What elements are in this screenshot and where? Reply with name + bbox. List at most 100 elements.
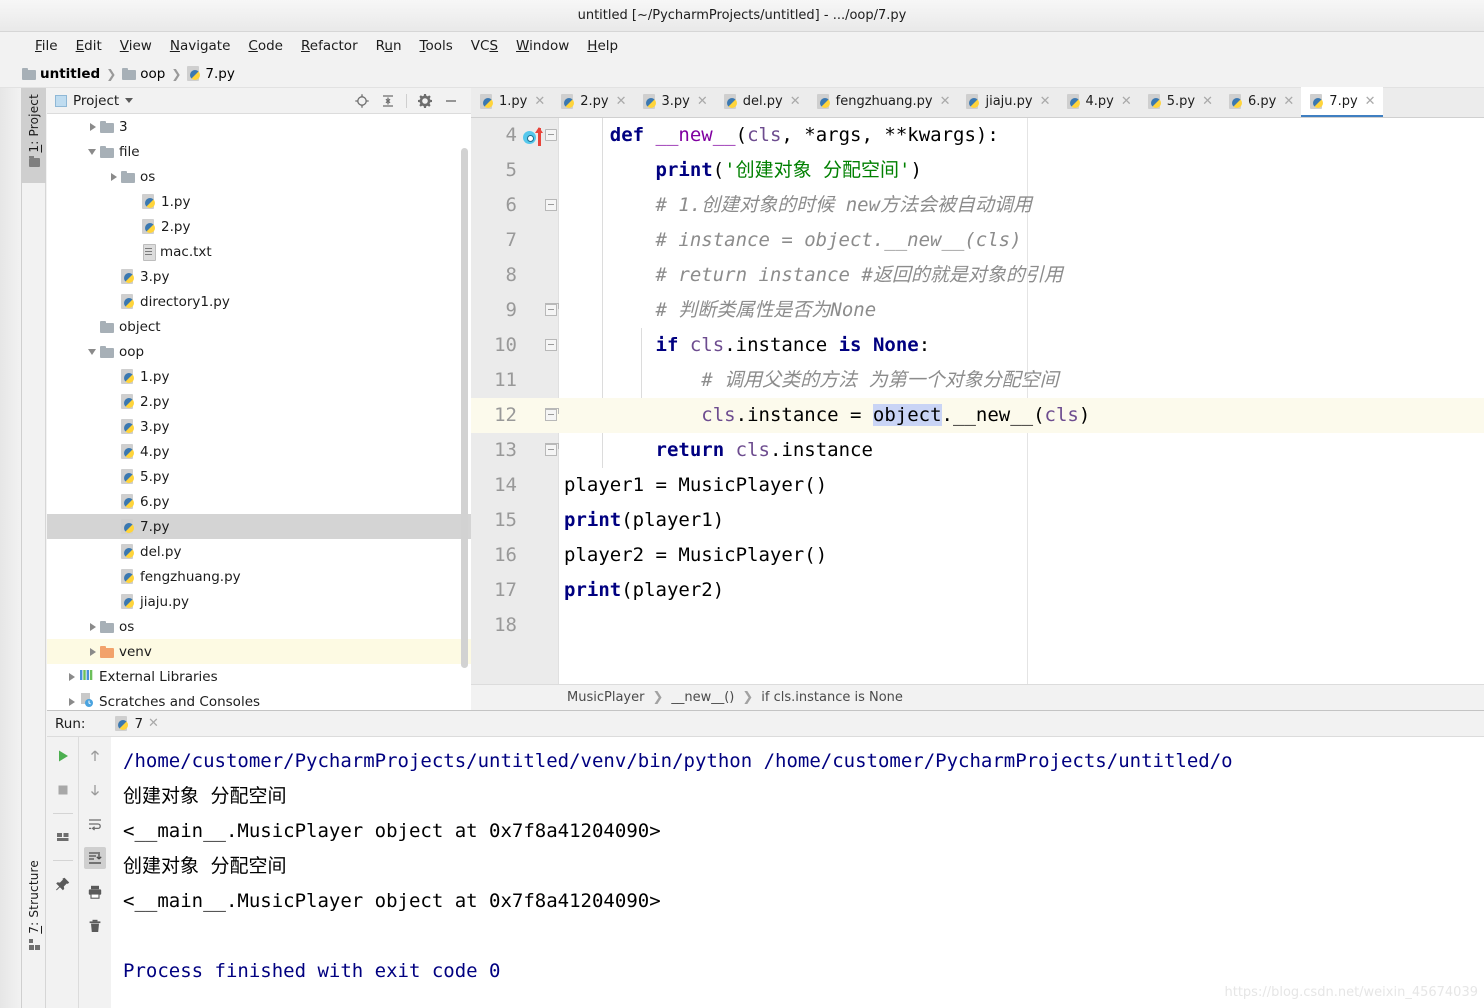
chevron-right-icon[interactable] — [65, 695, 79, 709]
editor-tab-fengzhuang-py[interactable]: fengzhuang.py ✕ — [808, 87, 958, 117]
menu-edit[interactable]: Edit — [67, 36, 111, 56]
chevron-right-icon[interactable] — [65, 670, 79, 684]
tool-tab-structure[interactable]: 7: Structure — [22, 854, 46, 974]
code-line-16[interactable]: 16 player2 = MusicPlayer() — [471, 538, 1484, 573]
code-line-12[interactable]: 12 cls.instance = object.__new__(cls) — [471, 398, 1484, 433]
scroll-to-end-icon[interactable] — [84, 847, 106, 869]
code-line-4[interactable]: 4 def __new__(cls, *args, **kwargs): — [471, 118, 1484, 153]
down-arrow-icon[interactable] — [84, 779, 106, 801]
breadcrumb-item-oop[interactable]: oop — [122, 66, 165, 82]
close-icon[interactable]: ✕ — [790, 94, 801, 109]
locate-icon[interactable] — [354, 93, 370, 109]
up-arrow-icon[interactable] — [84, 745, 106, 767]
tree-item-2-py[interactable]: 2.py — [47, 214, 471, 239]
pin-icon[interactable] — [52, 873, 74, 895]
code-line-10[interactable]: 10 if cls.instance is None: — [471, 328, 1484, 363]
code-line-6[interactable]: 6 # 1.创建对象的时候 new方法会被自动调用 — [471, 188, 1484, 223]
tree-item-5-py[interactable]: 5.py — [47, 464, 471, 489]
editor-breadcrumb[interactable]: MusicPlayer ❯ __new__() ❯ if cls.instanc… — [471, 684, 1484, 710]
code-line-18[interactable]: 18 — [471, 608, 1484, 643]
editor-tab-jiaju-py[interactable]: jiaju.py ✕ — [957, 87, 1057, 117]
close-icon[interactable]: ✕ — [1040, 94, 1051, 109]
rerun-icon[interactable] — [52, 745, 74, 767]
restore-layout-icon[interactable] — [52, 826, 74, 848]
tree-item-3-py[interactable]: 3.py — [47, 264, 471, 289]
stop-icon[interactable] — [52, 779, 74, 801]
tree-item-3[interactable]: 3 — [47, 114, 471, 139]
fold-marker-icon[interactable] — [545, 129, 558, 142]
run-toolbar-secondary[interactable] — [78, 737, 111, 1008]
close-icon[interactable]: ✕ — [148, 716, 159, 731]
editor-tab-2-py[interactable]: 2.py ✕ — [552, 87, 633, 117]
close-icon[interactable]: ✕ — [940, 94, 951, 109]
tree-item-file[interactable]: file — [47, 139, 471, 164]
menu-file[interactable]: File — [26, 36, 67, 56]
tree-item-oop[interactable]: oop — [47, 339, 471, 364]
fold-marker-icon[interactable] — [545, 408, 559, 422]
editor-tab-6-py[interactable]: 6.py ✕ — [1220, 87, 1301, 117]
code-line-7[interactable]: 7 # instance = object.__new__(cls) — [471, 223, 1484, 258]
chevron-right-icon[interactable] — [86, 120, 100, 134]
editor-breadcrumb-statement[interactable]: if cls.instance is None — [761, 690, 903, 705]
editor-tab-1-py[interactable]: 1.py ✕ — [471, 87, 552, 117]
tree-item-object[interactable]: object — [47, 314, 471, 339]
editor-tab-5-py[interactable]: 5.py ✕ — [1139, 87, 1220, 117]
menu-run[interactable]: Run — [367, 36, 411, 56]
project-tree-scrollbar[interactable] — [461, 148, 468, 668]
chevron-down-icon[interactable] — [86, 345, 100, 359]
code-editor[interactable]: 4 def __new__(cls, *args, **kwargs): 5 pr… — [471, 118, 1484, 684]
tool-tab-project[interactable]: 1: Project — [22, 88, 46, 183]
run-toolbar-primary[interactable] — [47, 737, 78, 1008]
gear-icon[interactable] — [417, 93, 433, 109]
tree-item-venv[interactable]: venv — [47, 639, 471, 664]
fold-marker-icon[interactable] — [545, 199, 558, 212]
code-lines[interactable]: 4 def __new__(cls, *args, **kwargs): 5 pr… — [471, 118, 1484, 684]
editor-breadcrumb-class[interactable]: MusicPlayer — [567, 690, 644, 705]
code-line-15[interactable]: 15 print(player1) — [471, 503, 1484, 538]
editor-tab-4-py[interactable]: 4.py ✕ — [1058, 87, 1139, 117]
trash-icon[interactable] — [84, 915, 106, 937]
chevron-down-icon[interactable] — [86, 145, 100, 159]
console-output[interactable]: /home/customer/PycharmProjects/untitled/… — [111, 737, 1484, 1008]
menu-view[interactable]: View — [111, 36, 161, 56]
menu-refactor[interactable]: Refactor — [292, 36, 367, 56]
close-icon[interactable]: ✕ — [1121, 94, 1132, 109]
menu-window[interactable]: Window — [507, 36, 578, 56]
chevron-right-icon[interactable] — [86, 620, 100, 634]
tree-item-scratches-and-consoles[interactable]: Scratches and Consoles — [47, 689, 471, 710]
code-line-11[interactable]: 11 # 调用父类的方法 为第一个对象分配空间 — [471, 363, 1484, 398]
editor-tab-7-py[interactable]: 7.py ✕ — [1301, 87, 1383, 117]
run-config-tab[interactable]: 7 ✕ — [115, 716, 159, 732]
menu-help[interactable]: Help — [578, 36, 627, 56]
menu-bar[interactable]: File Edit View Navigate Code Refactor Ru… — [0, 32, 1484, 60]
close-icon[interactable]: ✕ — [1283, 94, 1294, 109]
menu-navigate[interactable]: Navigate — [161, 36, 240, 56]
tree-item-del-py[interactable]: del.py — [47, 539, 471, 564]
code-line-13[interactable]: 13 return cls.instance — [471, 433, 1484, 468]
fold-marker-icon[interactable] — [545, 443, 559, 457]
chevron-down-icon[interactable] — [125, 98, 134, 103]
breadcrumb-item-project[interactable]: untitled — [22, 66, 100, 82]
tree-item-2-py[interactable]: 2.py — [47, 389, 471, 414]
code-line-17[interactable]: 17 print(player2) — [471, 573, 1484, 608]
tree-item-mac-txt[interactable]: mac.txt — [47, 239, 471, 264]
project-panel-title-group[interactable]: Project — [55, 93, 134, 109]
tree-item-1-py[interactable]: 1.py — [47, 364, 471, 389]
tree-item-jiaju-py[interactable]: jiaju.py — [47, 589, 471, 614]
hide-panel-icon[interactable] — [443, 93, 459, 109]
menu-code[interactable]: Code — [239, 36, 292, 56]
close-icon[interactable]: ✕ — [697, 94, 708, 109]
tree-item-external-libraries[interactable]: External Libraries — [47, 664, 471, 689]
editor-tab-3-py[interactable]: 3.py ✕ — [634, 87, 715, 117]
editor-breadcrumb-method[interactable]: __new__() — [671, 690, 734, 705]
menu-vcs[interactable]: VCS — [462, 36, 507, 56]
project-tree[interactable]: 3 file os 1.py 2.py mac.txt 3.py directory1.py o… — [47, 114, 471, 710]
chevron-right-icon[interactable] — [86, 645, 100, 659]
tree-item-7-py[interactable]: 7.py — [47, 514, 471, 539]
fold-marker-icon[interactable] — [545, 303, 559, 317]
editor-tab-bar[interactable]: 1.py ✕ 2.py ✕ 3.py ✕ del.py ✕ fengzhuang.py ✕ jiaj… — [471, 87, 1484, 118]
code-line-5[interactable]: 5 print('创建对象 分配空间') — [471, 153, 1484, 188]
soft-wrap-icon[interactable] — [84, 813, 106, 835]
print-icon[interactable] — [84, 881, 106, 903]
code-line-14[interactable]: 14 player1 = MusicPlayer() — [471, 468, 1484, 503]
